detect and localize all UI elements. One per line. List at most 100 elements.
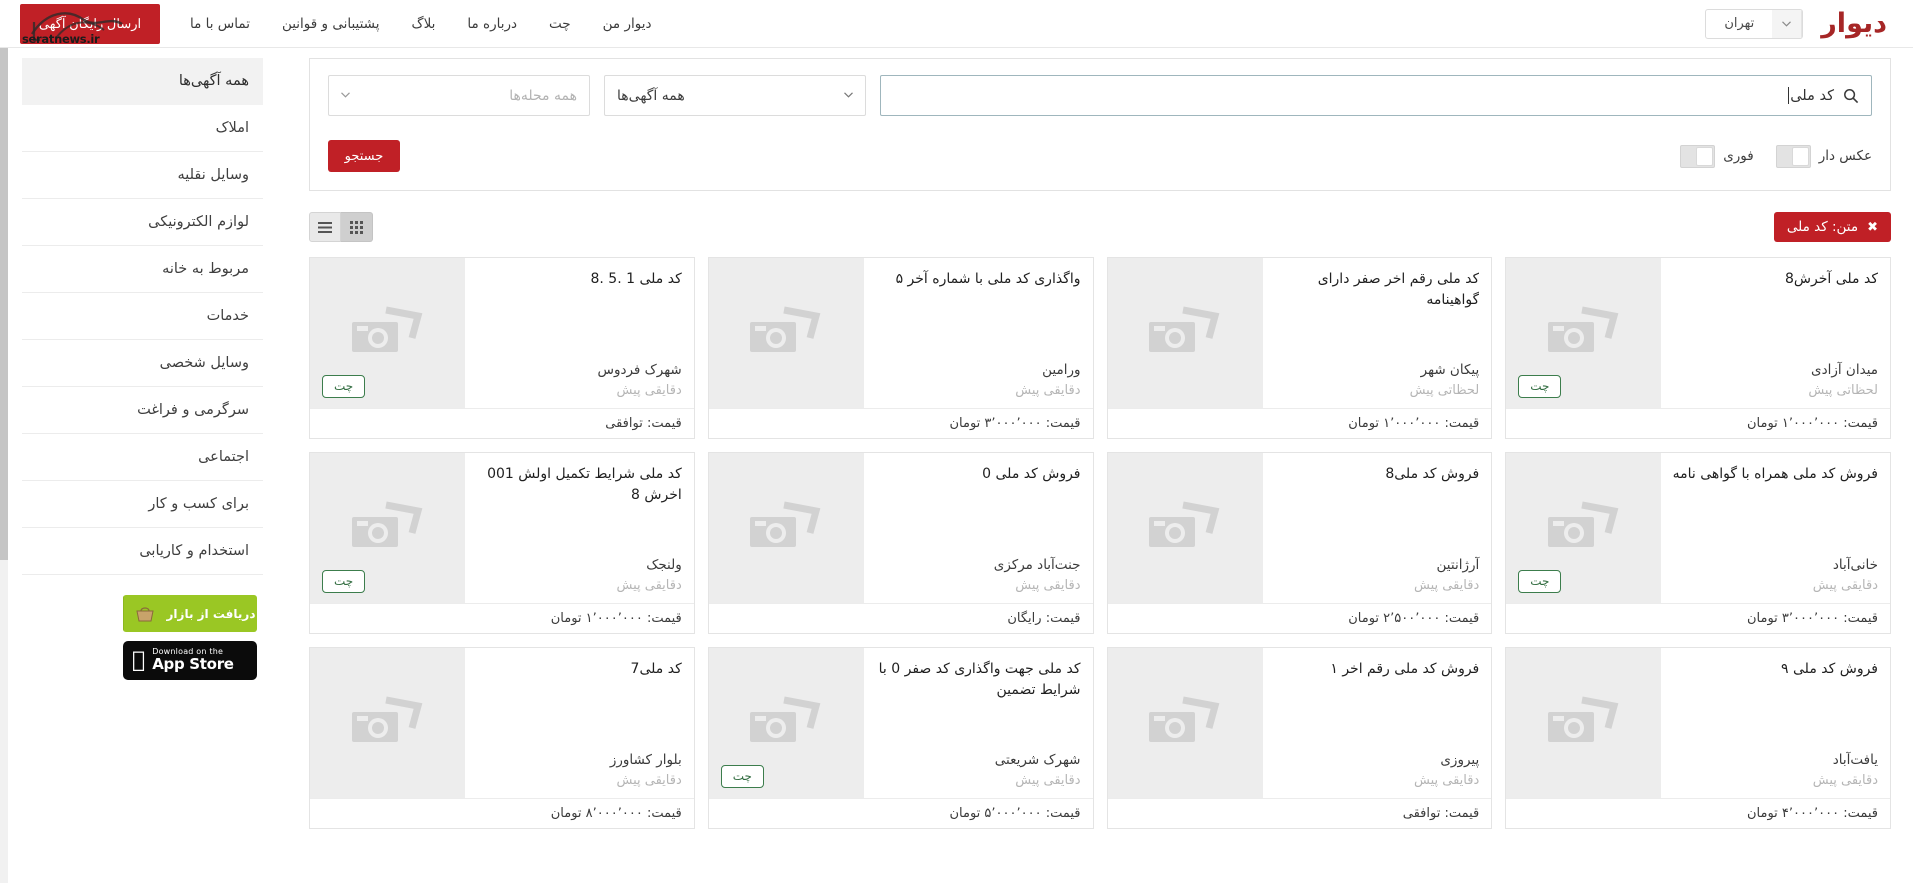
nav-item-about-us[interactable]: درباره ما <box>451 16 533 32</box>
sidebar-item-real-estate[interactable]: املاک <box>22 105 263 152</box>
ad-card[interactable]: کد ملی رقم اخر صفر دارای گواهینامه پیکان… <box>1106 257 1493 439</box>
site-logo[interactable]: دیوار <box>1821 10 1888 37</box>
ad-card[interactable]: واگذاری کد ملی با شماره آخر ۵ ورامین دقا… <box>707 257 1094 439</box>
ad-card[interactable]: کد ملی 1 .5 .8 شهرک فردوس دقایقی پیش چت … <box>309 257 695 439</box>
ad-time: دقایقی پیش <box>1414 772 1480 788</box>
appstore-download-badge[interactable]:  Download on the App Store <box>123 641 257 680</box>
close-icon[interactable]: ✖ <box>1867 221 1878 234</box>
basket-icon <box>123 595 165 632</box>
ad-price: قیمت: ۳٬۰۰۰٬۰۰۰ تومان <box>1506 603 1890 633</box>
ad-card[interactable]: کد ملی آخرش8 میدان آزادی لحظاتی پیش چت ق… <box>1505 257 1891 439</box>
city-selector[interactable]: تهران <box>1705 8 1804 39</box>
chat-badge[interactable]: چت <box>1518 375 1562 398</box>
ad-thumbnail <box>1107 258 1263 408</box>
ad-time: لحظاتی پیش <box>1808 382 1878 398</box>
ad-card-info: کد ملی آخرش8 میدان آزادی لحظاتی پیش <box>1661 258 1890 408</box>
page-scrollbar[interactable] <box>0 0 8 883</box>
sidebar-item-label: سرگرمی و فراغت <box>137 402 249 418</box>
appstore-badge-big-label: App Store <box>139 654 234 673</box>
ad-title: واگذاری کد ملی با شماره آخر ۵ <box>895 271 1081 287</box>
list-view-icon[interactable] <box>309 212 341 242</box>
sidebar-item-leisure[interactable]: سرگرمی و فراغت <box>22 387 263 434</box>
chat-badge[interactable]: چت <box>322 570 366 593</box>
ad-card[interactable]: فروش کد ملی ۹ یافت‌آباد دقایقی پیش <box>1505 647 1891 829</box>
photo-filter-toggle[interactable] <box>1775 144 1811 168</box>
chevron-down-icon <box>844 91 853 101</box>
ad-card[interactable]: فروش کد ملی رقم اخر ۱ پیروزی دقایقی پیش <box>1106 647 1493 829</box>
ad-meta: ولنجک دقایقی پیش <box>475 555 682 595</box>
nav-item-blog[interactable]: بلاگ <box>396 16 452 32</box>
sidebar-item-home[interactable]: مربوط به خانه <box>22 246 263 293</box>
camera-placeholder-icon <box>1149 501 1220 547</box>
sidebar-item-vehicles[interactable]: وسایل نقلیه <box>22 152 263 199</box>
sidebar-item-personal-items[interactable]: وسایل شخصی <box>22 340 263 387</box>
sidebar-item-business[interactable]: برای کسب و کار <box>22 481 263 528</box>
search-panel: کد ملی همه آگهی‌ها همه محله‌ها <box>309 58 1891 191</box>
toggle-knob <box>1791 146 1809 166</box>
search-submit-button[interactable]: جستجو <box>328 140 400 172</box>
ad-location: آرژانتین <box>1436 557 1480 574</box>
sidebar-item-jobs[interactable]: استخدام و کاریابی <box>22 528 263 575</box>
sidebar-item-label: مربوط به خانه <box>162 261 249 277</box>
ad-price: قیمت: توافقی <box>1107 798 1492 828</box>
camera-placeholder-icon <box>1149 306 1220 352</box>
ad-card[interactable]: فروش کد ملی همراه با گواهی نامه خانی‌آبا… <box>1505 452 1891 634</box>
ad-location: بلوار کشاورز <box>609 752 682 769</box>
active-filter-label: متن: کد ملی <box>1786 219 1859 235</box>
ad-card-body: کد ملی7 بلوار کشاورز دقایقی پیش <box>310 648 694 798</box>
ad-location: ولنجک <box>646 557 682 574</box>
ad-card[interactable]: فروش کد ملی 0 جنت‌آباد مرکزی دقایقی پیش <box>707 452 1094 634</box>
ad-thumbnail <box>1107 648 1263 798</box>
camera-placeholder-icon <box>351 696 422 742</box>
urgent-filter-toggle[interactable] <box>1680 144 1716 168</box>
ad-meta: یافت‌آباد دقایقی پیش <box>1671 750 1878 790</box>
camera-placeholder-icon <box>750 306 821 352</box>
ad-meta: میدان آزادی لحظاتی پیش <box>1671 360 1878 400</box>
nav-item-contact-us[interactable]: تماس با ما <box>174 16 266 32</box>
ad-time: دقایقی پیش <box>1015 382 1081 398</box>
page-scrollbar-thumb[interactable] <box>0 0 8 560</box>
sidebar-item-all-ads[interactable]: همه آگهی‌ها <box>22 58 263 105</box>
sidebar-item-services[interactable]: خدمات <box>22 293 263 340</box>
chat-badge[interactable]: چت <box>720 765 764 788</box>
search-input[interactable]: کد ملی <box>880 75 1872 116</box>
category-select[interactable]: همه آگهی‌ها <box>604 75 866 116</box>
grid-view-icon[interactable] <box>341 212 373 242</box>
ad-card[interactable]: کد ملی7 بلوار کشاورز دقایقی پیش قیمت: ۸٬… <box>309 647 695 829</box>
sidebar-item-label: لوازم الکترونیکی <box>148 214 249 230</box>
chat-badge[interactable]: چت <box>1518 570 1562 593</box>
ad-card[interactable]: کد ملی جهت واگذاری کد صفر 0 با شرایط تضم… <box>707 647 1094 829</box>
sidebar-item-electronics[interactable]: لوازم الکترونیکی <box>22 199 263 246</box>
app-store-badges: دریافت از بازار  Download on the App St… <box>22 595 263 680</box>
ad-card-info: فروش کد ملی رقم اخر ۱ پیروزی دقایقی پیش <box>1263 648 1492 798</box>
ad-title: کد ملی7 <box>630 661 682 677</box>
chat-badge[interactable]: چت <box>322 375 366 398</box>
ad-title: فروش کد ملی8 <box>1385 466 1480 482</box>
nav-item-support-rules[interactable]: پشتیبانی و قوانین <box>266 16 396 32</box>
sidebar-item-label: وسایل نقلیه <box>177 167 249 183</box>
ad-card-body: فروش کد ملی رقم اخر ۱ پیروزی دقایقی پیش <box>1107 648 1492 798</box>
ad-title: فروش کد ملی رقم اخر ۱ <box>1330 661 1480 677</box>
ad-title: فروش کد ملی ۹ <box>1781 661 1878 677</box>
sidebar-item-label: همه آگهی‌ها <box>178 73 249 89</box>
ad-card[interactable]: فروش کد ملی8 آرژانتین دقایقی پیش قیمت: ۲… <box>1106 452 1493 634</box>
ad-meta: جنت‌آباد مرکزی دقایقی پیش <box>874 555 1081 595</box>
text-caret <box>1788 87 1790 104</box>
bazaar-download-badge[interactable]: دریافت از بازار <box>123 595 257 632</box>
ad-card-info: فروش کد ملی همراه با گواهی نامه خانی‌آبا… <box>1661 453 1890 603</box>
nav-item-my-divar[interactable]: دیوار من <box>587 16 668 32</box>
ad-location: پیروزی <box>1440 752 1480 769</box>
category-sidebar: همه آگهی‌ها املاک وسایل نقلیه لوازم الکت… <box>0 48 287 883</box>
ad-card-body: کد ملی آخرش8 میدان آزادی لحظاتی پیش چت <box>1506 258 1890 408</box>
nav-item-chat[interactable]: چت <box>533 16 587 32</box>
camera-placeholder-icon <box>1547 501 1619 547</box>
sidebar-item-community[interactable]: اجتماعی <box>22 434 263 481</box>
active-filter-chip[interactable]: ✖ متن: کد ملی <box>1773 212 1891 242</box>
ad-meta: خانی‌آباد دقایقی پیش <box>1671 555 1878 595</box>
ad-price: قیمت: ۱٬۰۰۰٬۰۰۰ تومان <box>1506 408 1890 438</box>
photo-filter-group: عکس دار <box>1775 144 1872 168</box>
ad-card[interactable]: کد ملی شرایط تکمیل اولش 001 اخرش 8 ولنجک… <box>309 452 695 634</box>
post-ad-area: ارسال رایگان آگهی seratnews.ir <box>20 3 160 46</box>
neighborhood-select[interactable]: همه محله‌ها <box>328 75 590 116</box>
ad-thumbnail <box>310 648 465 798</box>
